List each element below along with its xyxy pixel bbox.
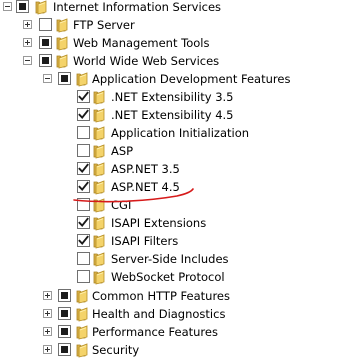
folder-icon <box>56 35 70 51</box>
tree-node-common-http-features[interactable]: Common HTTP Features <box>0 287 355 305</box>
tree-node-asp[interactable]: ASP <box>0 142 355 160</box>
folder-icon <box>76 71 90 87</box>
node-label: Application Initialization <box>111 126 250 140</box>
node-label: .NET Extensibility 3.5 <box>111 90 234 104</box>
tree-node-ftp-server[interactable]: FTP Server <box>0 16 355 34</box>
folder-icon <box>93 269 107 285</box>
tree-node-application-initialization[interactable]: Application Initialization <box>0 124 355 142</box>
expand-icon[interactable] <box>43 327 52 336</box>
tree-node-world-wide-web-services[interactable]: World Wide Web Services <box>0 52 355 70</box>
checkbox-world-wide-web-services[interactable] <box>39 54 52 67</box>
checkbox-web-management-tools[interactable] <box>39 36 52 49</box>
check-icon <box>78 163 89 174</box>
checkbox-server-side-includes[interactable] <box>77 252 90 265</box>
tree-node-performance-features[interactable]: Performance Features <box>0 323 355 341</box>
node-label: ASP.NET 3.5 <box>111 162 180 176</box>
folder-icon <box>76 342 90 358</box>
check-icon <box>78 109 89 120</box>
folder-icon <box>93 161 107 177</box>
node-label: .NET Extensibility 4.5 <box>111 108 234 122</box>
check-icon <box>78 91 89 102</box>
indeterminate-mark <box>61 328 68 335</box>
tree-node-health-and-diagnostics[interactable]: Health and Diagnostics <box>0 305 355 323</box>
folder-icon <box>35 0 49 15</box>
check-icon <box>78 235 89 246</box>
folder-icon <box>93 215 107 231</box>
folder-icon <box>76 288 90 304</box>
indeterminate-mark <box>42 39 49 46</box>
expand-icon[interactable] <box>23 20 32 29</box>
checkbox-application-development-features[interactable] <box>58 72 71 85</box>
node-label: Performance Features <box>92 325 218 339</box>
tree-node-server-side-includes[interactable]: Server-Side Includes <box>0 250 355 268</box>
node-label: Health and Diagnostics <box>92 307 226 321</box>
expand-icon[interactable] <box>43 291 52 300</box>
collapse-icon[interactable] <box>3 2 12 11</box>
indeterminate-mark <box>61 310 68 317</box>
folder-icon <box>93 125 107 141</box>
checkbox-websocket-protocol[interactable] <box>77 270 90 283</box>
node-label: Common HTTP Features <box>92 289 230 303</box>
windows-features-tree: Internet Information Services FTP Server… <box>0 0 355 361</box>
tree-node-isapi-extensions[interactable]: ISAPI Extensions <box>0 214 355 232</box>
folder-icon <box>56 53 70 69</box>
checkbox-internet-information-services[interactable] <box>16 0 29 13</box>
node-label: Application Development Features <box>92 72 291 86</box>
checkbox-ftp-server[interactable] <box>39 18 52 31</box>
tree-node-web-management-tools[interactable]: Web Management Tools <box>0 34 355 52</box>
tree-node-net-extensibility-4-5[interactable]: .NET Extensibility 4.5 <box>0 106 355 124</box>
node-label: Internet Information Services <box>53 0 222 14</box>
node-label: World Wide Web Services <box>73 54 220 68</box>
expand-icon[interactable] <box>43 345 52 354</box>
node-label: Security <box>92 343 140 357</box>
indeterminate-mark <box>61 75 68 82</box>
folder-icon <box>76 324 90 340</box>
collapse-icon[interactable] <box>23 56 32 65</box>
node-label: WebSocket Protocol <box>111 270 225 284</box>
checkbox-performance-features[interactable] <box>58 325 71 338</box>
tree-node-isapi-filters[interactable]: ISAPI Filters <box>0 232 355 250</box>
node-label: FTP Server <box>73 18 135 32</box>
checkbox-net-extensibility-3-5[interactable] <box>77 90 90 103</box>
checkbox-isapi-extensions[interactable] <box>77 216 90 229</box>
folder-icon <box>93 233 107 249</box>
expand-icon[interactable] <box>23 38 32 47</box>
indeterminate-mark <box>61 292 68 299</box>
check-icon <box>78 217 89 228</box>
tree-node-asp-net-3-5[interactable]: ASP.NET 3.5 <box>0 160 355 178</box>
folder-icon <box>93 89 107 105</box>
indeterminate-mark <box>42 57 49 64</box>
checkbox-common-http-features[interactable] <box>58 289 71 302</box>
checkbox-application-initialization[interactable] <box>77 126 90 139</box>
checkbox-isapi-filters[interactable] <box>77 234 90 247</box>
tree-node-application-development-features[interactable]: Application Development Features <box>0 70 355 88</box>
checkbox-asp[interactable] <box>77 144 90 157</box>
node-label: Server-Side Includes <box>111 252 229 266</box>
indeterminate-mark <box>61 346 68 353</box>
checkbox-net-extensibility-4-5[interactable] <box>77 108 90 121</box>
folder-icon <box>76 306 90 322</box>
tree-node-internet-information-services[interactable]: Internet Information Services <box>0 0 355 16</box>
node-label: Web Management Tools <box>73 36 210 50</box>
collapse-icon[interactable] <box>43 74 52 83</box>
checkbox-security[interactable] <box>58 343 71 356</box>
checkbox-health-and-diagnostics[interactable] <box>58 307 71 320</box>
expand-icon[interactable] <box>43 309 52 318</box>
tree-node-net-extensibility-3-5[interactable]: .NET Extensibility 3.5 <box>0 88 355 106</box>
checkbox-asp-net-3-5[interactable] <box>77 162 90 175</box>
highlight-underline <box>73 188 194 203</box>
folder-icon <box>93 143 107 159</box>
folder-icon <box>93 251 107 267</box>
node-label: ISAPI Extensions <box>111 216 207 230</box>
tree-node-security[interactable]: Security <box>0 341 355 359</box>
folder-icon <box>56 17 70 33</box>
node-label: ISAPI Filters <box>111 234 179 248</box>
tree-node-websocket-protocol[interactable]: WebSocket Protocol <box>0 268 355 286</box>
node-label: ASP <box>111 144 134 158</box>
indeterminate-mark <box>19 3 26 10</box>
folder-icon <box>93 107 107 123</box>
